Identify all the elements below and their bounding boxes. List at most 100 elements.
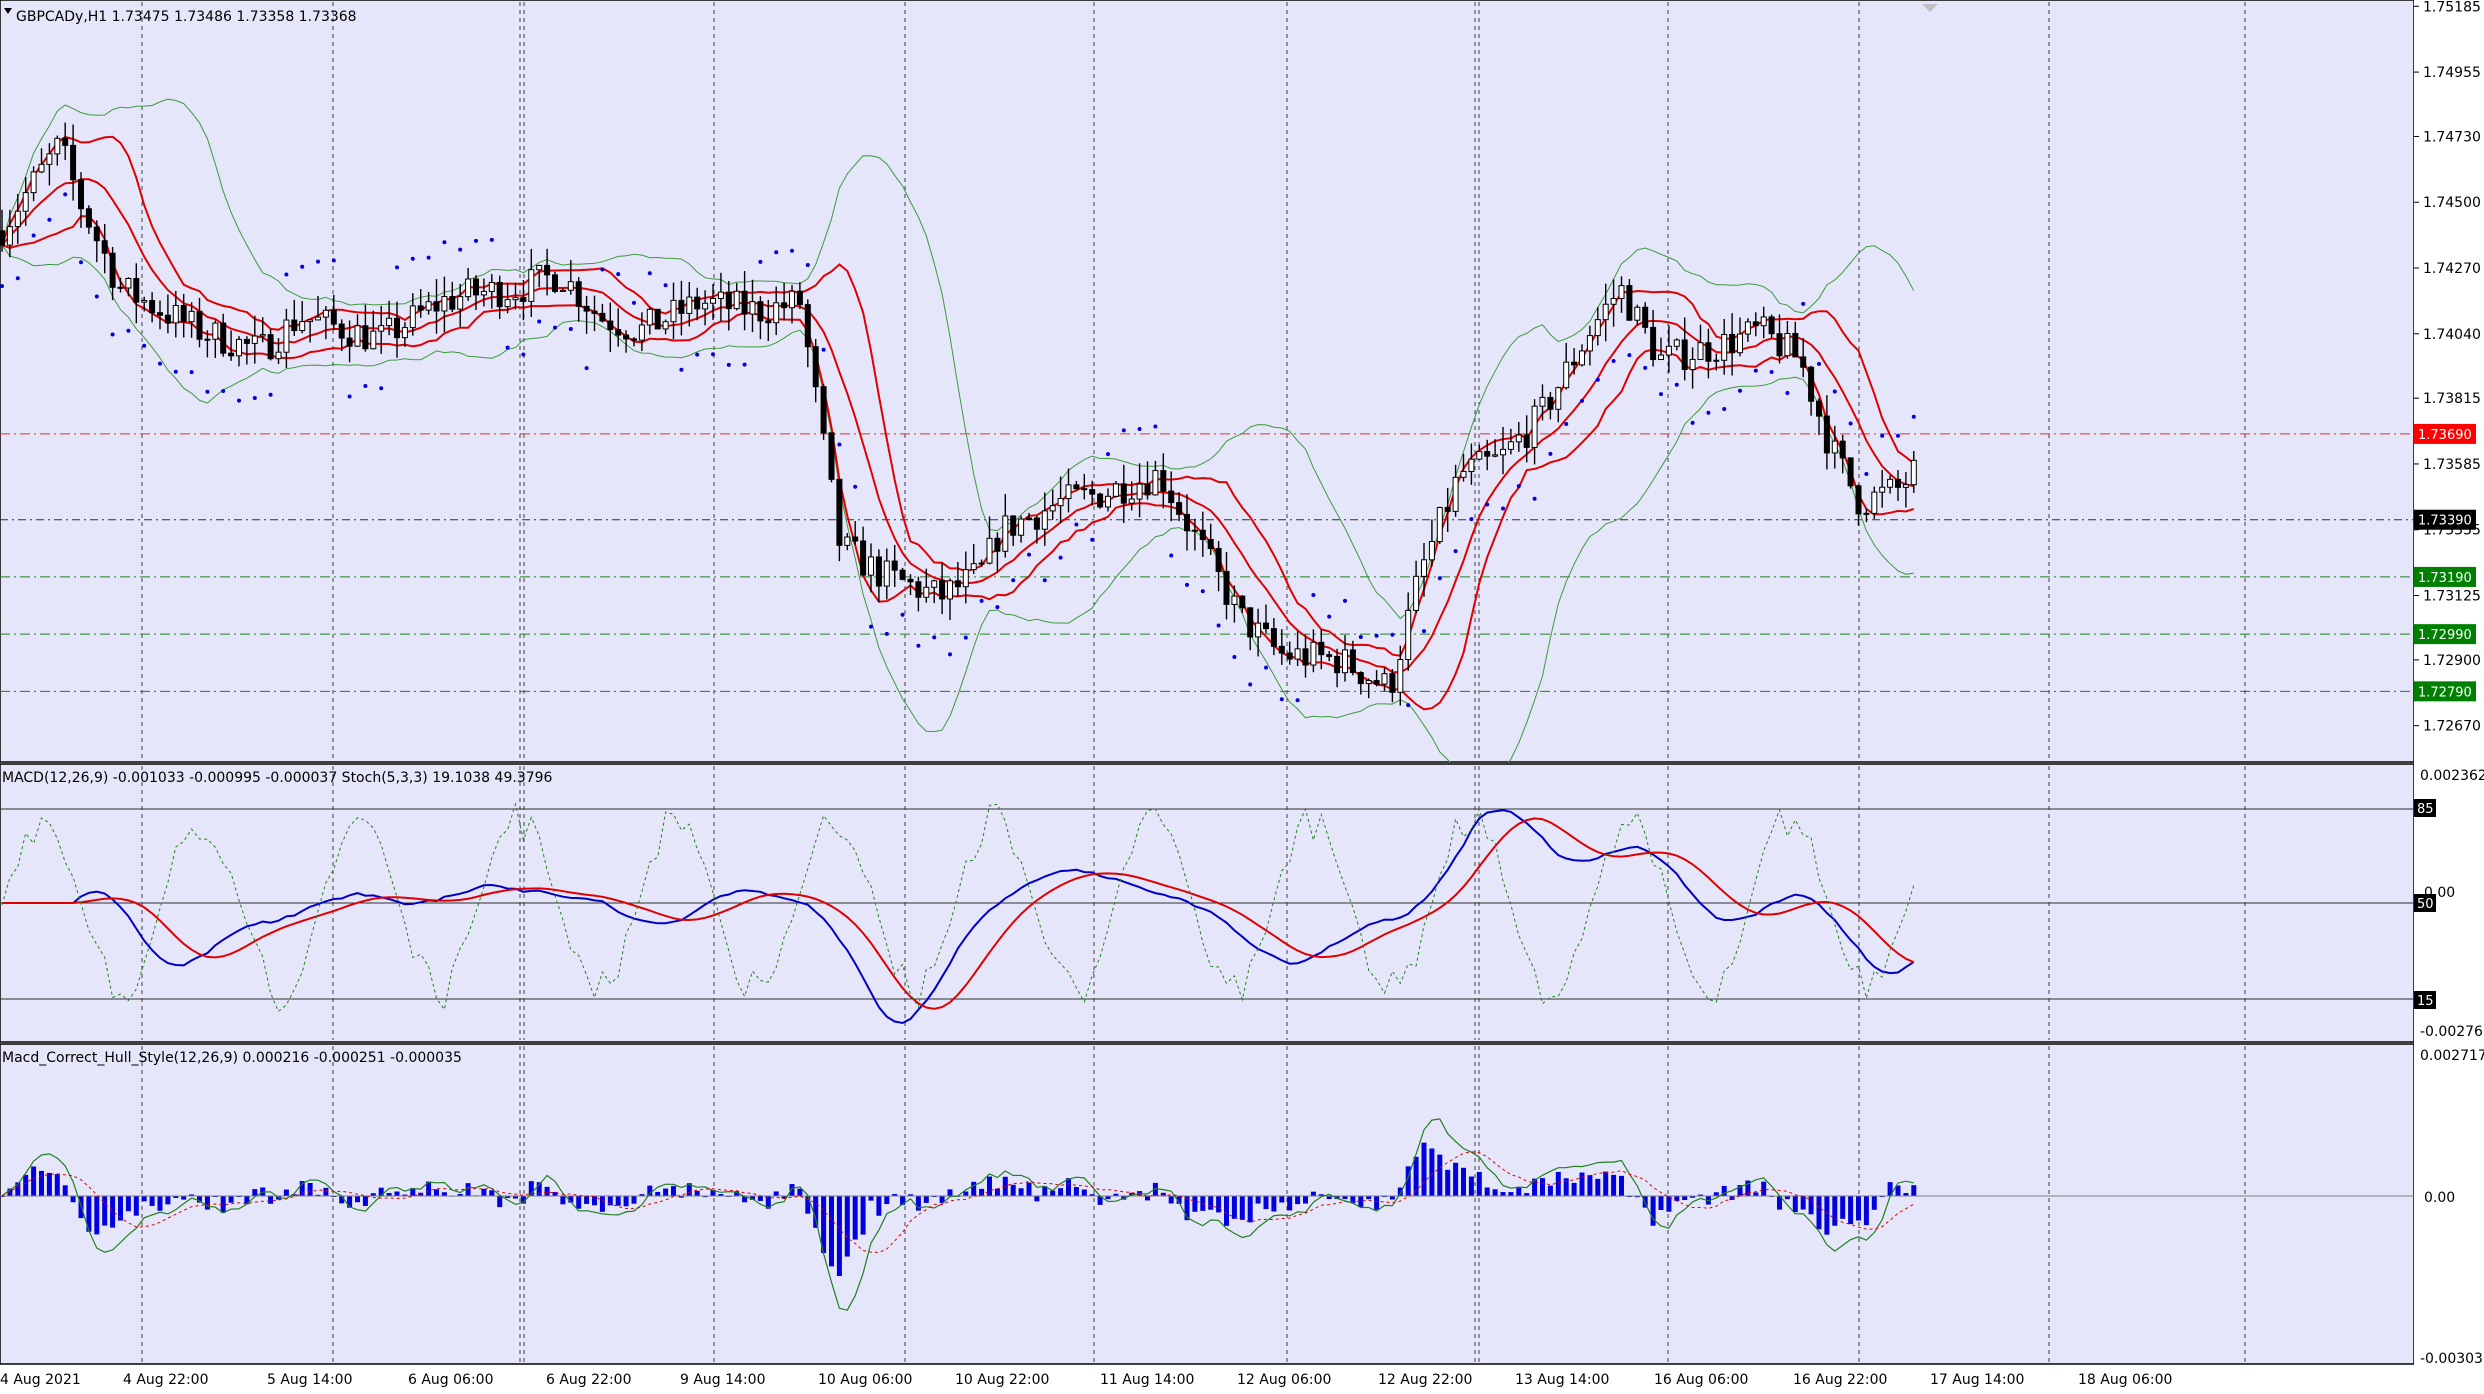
candle-body xyxy=(694,296,701,310)
candle-body xyxy=(141,300,148,303)
sar-dot xyxy=(1011,578,1016,583)
candle-body xyxy=(1105,495,1111,508)
sar-dot xyxy=(221,389,226,394)
hull-bar xyxy=(655,1191,661,1196)
candle-body xyxy=(117,286,124,289)
svg-text:15: 15 xyxy=(2417,994,2434,1009)
candle-body xyxy=(409,305,416,329)
candle-body xyxy=(1002,515,1009,552)
sar-dot xyxy=(1090,537,1095,542)
sar-dot xyxy=(126,328,131,333)
time-label: 16 Aug 06:00 xyxy=(1654,1372,1748,1388)
hull-bar xyxy=(1247,1196,1253,1223)
candle-body xyxy=(315,316,321,321)
hull-bar xyxy=(70,1196,76,1203)
hull-bar xyxy=(1231,1196,1237,1219)
candle-body xyxy=(1049,505,1056,512)
hull-bar xyxy=(1468,1176,1474,1196)
candle-body xyxy=(1278,645,1285,654)
sar-dot xyxy=(1659,392,1663,397)
candle-body xyxy=(283,319,290,353)
hull-bar xyxy=(1761,1181,1767,1196)
candle-body xyxy=(1026,517,1032,520)
hull-bar xyxy=(1413,1156,1419,1196)
sar-dot xyxy=(679,367,684,372)
time-axis[interactable]: 4 Aug 2021 4 Aug 22:00 5 Aug 14:00 6 Aug 06… xyxy=(0,1372,2172,1388)
hull-bar xyxy=(1310,1191,1316,1196)
candle-body xyxy=(1294,648,1301,660)
sar-dot xyxy=(173,369,178,374)
price-label: 1.75185 xyxy=(2423,0,2481,15)
candle-body xyxy=(544,264,551,276)
candle-body xyxy=(757,301,764,322)
sar-dot xyxy=(1896,433,1900,438)
hull-bar xyxy=(592,1196,597,1206)
hull-top-label: 0.002717 xyxy=(2420,1048,2484,1064)
candle-body xyxy=(1373,680,1380,685)
sar-dot xyxy=(1501,506,1505,511)
candle-body xyxy=(1531,405,1538,448)
sar-dot xyxy=(1469,517,1474,522)
hull-bar xyxy=(1911,1185,1917,1196)
candle-body xyxy=(14,210,21,228)
trading-chart[interactable]: GBPCADy,H1 1.73475 1.73486 1.73358 1.733… xyxy=(0,0,2484,1394)
candle-body xyxy=(1089,489,1096,495)
hull-bar xyxy=(307,1182,313,1196)
hull-bar xyxy=(576,1196,582,1209)
hull-macd-panel[interactable]: Macd_Correct_Hull_Style(12,26,9) 0.00021… xyxy=(0,1043,2415,1365)
candle-body xyxy=(480,290,487,296)
hull-bar xyxy=(560,1196,566,1205)
candle-body xyxy=(1428,541,1435,561)
sar-dot xyxy=(158,361,162,366)
candle-body xyxy=(0,230,5,246)
candle-body xyxy=(46,153,53,165)
price-label: 1.73815 xyxy=(2423,391,2481,407)
sar-dot xyxy=(853,484,858,489)
candle-body xyxy=(30,171,37,194)
candle-body xyxy=(299,321,306,332)
macd-stoch-panel[interactable]: MACD(12,26,9) -0.001033 -0.000995 -0.000… xyxy=(0,763,2415,1043)
sar-dot xyxy=(1106,452,1110,457)
sar-dot xyxy=(805,263,810,268)
candle-body xyxy=(1405,609,1412,661)
price-label: 1.74270 xyxy=(2423,261,2481,277)
candle-body xyxy=(796,290,803,306)
candle-body xyxy=(465,278,472,298)
candle-body xyxy=(1207,539,1214,549)
candle-body xyxy=(1120,483,1127,504)
hull-bar xyxy=(1453,1162,1459,1196)
sar-dot xyxy=(1437,576,1442,581)
candle-body xyxy=(812,346,819,388)
candle-body xyxy=(583,305,590,312)
candle-body xyxy=(1199,529,1206,541)
hull-bar xyxy=(868,1196,874,1201)
sar-dot xyxy=(347,394,352,399)
candle-body xyxy=(1097,493,1104,508)
hull-bar xyxy=(252,1189,258,1196)
hull-bar xyxy=(94,1196,100,1235)
sar-dot xyxy=(15,276,20,281)
candle-body xyxy=(789,290,795,309)
sar-dot xyxy=(395,265,399,270)
hull-bar xyxy=(165,1196,171,1205)
candle-body xyxy=(670,299,677,323)
hull-bar xyxy=(1081,1189,1087,1196)
candle-body xyxy=(978,562,985,565)
candle-body xyxy=(1413,575,1420,611)
candle-body xyxy=(386,317,393,327)
candle-body xyxy=(1507,441,1514,450)
candle-body xyxy=(1302,648,1309,666)
hull-bar xyxy=(323,1187,329,1196)
sar-dot xyxy=(884,631,889,636)
candle-body xyxy=(1571,361,1578,366)
hull-bar xyxy=(1192,1196,1198,1212)
candle-body xyxy=(204,338,211,341)
main-price-panel[interactable]: GBPCADy,H1 1.73475 1.73486 1.73358 1.733… xyxy=(0,0,2415,786)
candle-body xyxy=(623,334,630,340)
time-label: 6 Aug 06:00 xyxy=(408,1372,494,1388)
sar-dot xyxy=(584,366,589,371)
hull-bar xyxy=(204,1196,210,1210)
sar-dot xyxy=(711,352,715,357)
time-label: 13 Aug 14:00 xyxy=(1515,1372,1609,1388)
hull-bar xyxy=(1295,1196,1301,1205)
